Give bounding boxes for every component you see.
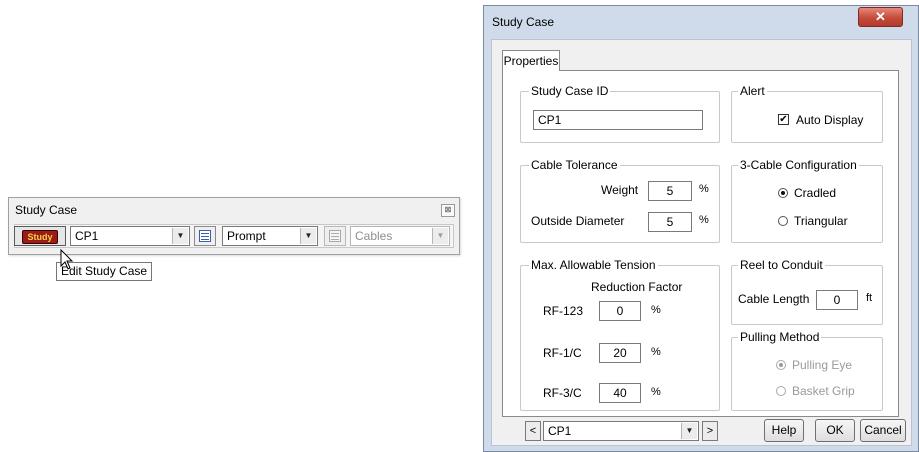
three-cable-config-label: 3-Cable Configuration	[738, 158, 859, 172]
triangular-radio[interactable]	[778, 216, 788, 226]
pulling-method-label: Pulling Method	[738, 330, 822, 344]
study-button-label: Study	[27, 232, 53, 242]
report-icon	[329, 230, 341, 242]
pulling-eye-label: Pulling Eye	[792, 358, 853, 372]
weight-input[interactable]: 5	[648, 181, 692, 201]
cable-length-label: Cable Length	[738, 292, 810, 306]
next-case-button[interactable]: >	[702, 421, 718, 441]
mode-select[interactable]: Prompt ▼	[222, 226, 318, 246]
pulling-method-group: Pulling Method Pulling Eye Basket Grip	[731, 330, 883, 411]
report-select[interactable]: Cables ▼	[350, 226, 450, 246]
basket-grip-label: Basket Grip	[792, 384, 855, 398]
study-case-select[interactable]: CP1 ▼	[70, 226, 190, 246]
rf-123-input[interactable]: 0	[599, 301, 641, 321]
mode-list-button[interactable]	[194, 226, 216, 246]
study-case-id-group: Study Case ID CP1	[520, 84, 720, 143]
cradled-radio[interactable]	[778, 188, 788, 198]
auto-display-checkbox[interactable]: ✔	[778, 114, 789, 125]
cancel-button[interactable]: Cancel	[860, 419, 906, 442]
reduction-factor-header: Reduction Factor	[591, 280, 683, 294]
study-case-id-label: Study Case ID	[529, 84, 611, 98]
reel-to-conduit-group: Reel to Conduit Cable Length 0 ft	[731, 258, 883, 325]
toolbar-close-button[interactable]: ⊠	[441, 204, 455, 217]
rf-1c-unit: %	[651, 346, 661, 358]
cable-tolerance-group: Cable Tolerance Weight 5 % Outside Diame…	[520, 158, 720, 243]
list-icon	[199, 230, 211, 242]
mouse-pointer-icon	[60, 249, 74, 270]
outside-diameter-unit: %	[699, 214, 709, 226]
auto-display-label: Auto Display	[796, 113, 864, 127]
chevron-down-icon: ▼	[432, 228, 448, 244]
alert-label: Alert	[738, 84, 767, 98]
three-cable-config-group: 3-Cable Configuration Cradled Triangular	[731, 158, 883, 243]
triangular-label: Triangular	[794, 214, 848, 228]
report-select-value: Cables	[355, 229, 393, 243]
help-button[interactable]: Help	[764, 419, 804, 442]
reel-to-conduit-label: Reel to Conduit	[738, 258, 825, 272]
weight-label: Weight	[601, 183, 639, 197]
max-tension-label: Max. Allowable Tension	[529, 258, 658, 272]
dialog-title: Study Case	[492, 15, 555, 29]
properties-panel: Study Case ID CP1 Alert ✔ Auto Display C…	[502, 70, 899, 417]
cable-length-input[interactable]: 0	[816, 290, 858, 310]
report-button[interactable]	[324, 226, 346, 246]
toolbar-title: Study Case	[15, 203, 78, 217]
dialog-close-button[interactable]: ✕	[858, 7, 903, 27]
cable-length-unit: ft	[866, 292, 873, 304]
outside-diameter-input[interactable]: 5	[648, 212, 692, 232]
rf-123-unit: %	[651, 304, 661, 316]
pulling-eye-radio[interactable]	[776, 360, 786, 370]
ok-button[interactable]: OK	[815, 419, 855, 442]
rf-3c-input[interactable]: 40	[599, 383, 641, 403]
edit-study-case-button[interactable]: Study	[14, 226, 66, 246]
cradled-label: Cradled	[794, 186, 837, 200]
outside-diameter-label: Outside Diameter	[531, 214, 625, 228]
footer-case-select[interactable]: CP1 ▼	[543, 421, 699, 441]
chevron-down-icon: ▼	[300, 228, 316, 244]
rf-3c-unit: %	[651, 386, 661, 398]
cable-tolerance-label: Cable Tolerance	[529, 158, 620, 172]
rf-1c-label: RF-1/C	[543, 346, 582, 360]
study-book-icon: Study	[22, 230, 58, 244]
basket-grip-radio[interactable]	[776, 386, 786, 396]
study-case-select-value: CP1	[75, 229, 99, 243]
rf-123-label: RF-123	[543, 304, 584, 318]
weight-unit: %	[699, 183, 709, 195]
dialog-client-area: Properties Study Case ID CP1 Alert ✔ Aut…	[491, 39, 912, 446]
chevron-down-icon: ▼	[172, 228, 188, 244]
max-tension-group: Max. Allowable Tension Reduction Factor …	[520, 258, 720, 411]
study-case-id-input[interactable]: CP1	[533, 110, 703, 130]
rf-1c-input[interactable]: 20	[599, 343, 641, 363]
mode-select-value: Prompt	[227, 229, 266, 243]
tab-properties[interactable]: Properties	[502, 50, 560, 71]
study-case-dialog: Study Case ✕ Properties Study Case ID CP…	[483, 5, 919, 452]
footer-case-select-value: CP1	[548, 424, 572, 438]
previous-case-button[interactable]: <	[525, 421, 541, 441]
chevron-down-icon: ▼	[681, 423, 697, 439]
alert-group: Alert ✔ Auto Display	[731, 84, 883, 143]
rf-3c-label: RF-3/C	[543, 386, 582, 400]
